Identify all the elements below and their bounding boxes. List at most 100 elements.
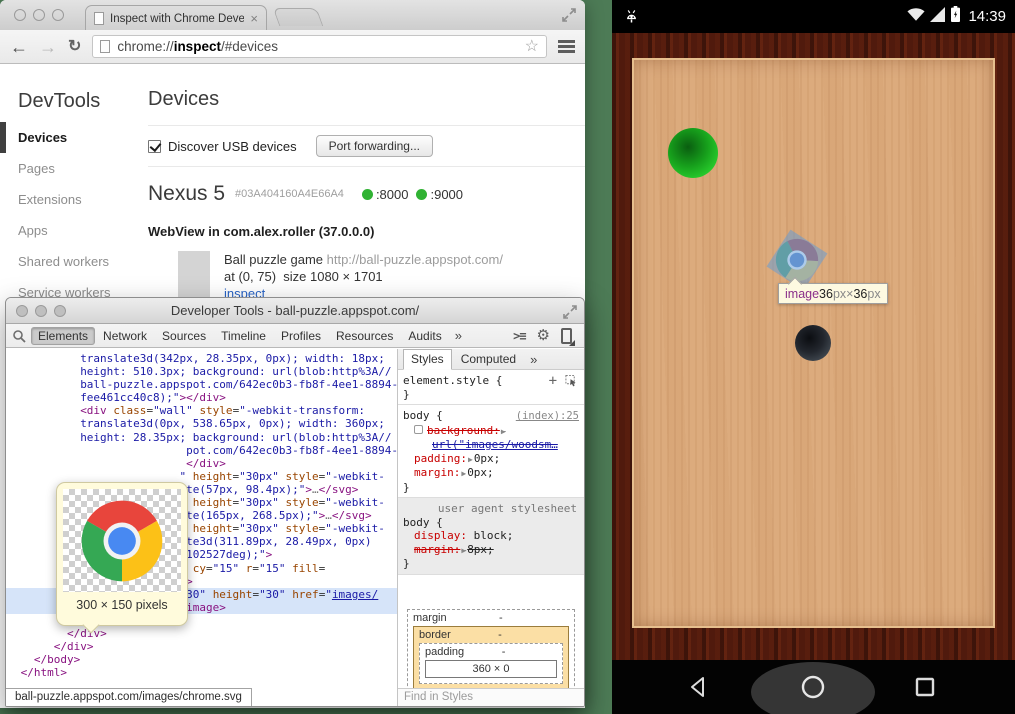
devtools-tab-sources[interactable]: Sources <box>155 327 213 345</box>
stylesheet-url-link: url("images/woodsm… <box>432 438 558 451</box>
window-zoom-button[interactable] <box>52 9 64 21</box>
port-status-dot <box>416 189 427 200</box>
new-style-rule-button[interactable]: + <box>549 376 557 386</box>
sidebar-item-devices[interactable]: Devices <box>0 122 148 153</box>
port-forwarding-button[interactable]: Port forwarding... <box>316 135 433 157</box>
window-minimize-button[interactable] <box>33 9 45 21</box>
devtools-tab-resources[interactable]: Resources <box>329 327 400 345</box>
expand-arrow-icon[interactable]: ▶ <box>468 455 473 464</box>
padding-top-value[interactable]: - <box>502 646 520 658</box>
nav-back-button[interactable] <box>688 675 712 704</box>
border-top-value[interactable]: - <box>498 629 516 641</box>
game-board[interactable]: image 36px × 36px <box>632 58 995 628</box>
browser-tab[interactable]: Inspect with Chrome Deve × <box>85 5 267 31</box>
target-position: at (0, 75) <box>224 269 276 284</box>
find-in-styles-input[interactable]: Find in Styles <box>398 688 584 706</box>
style-property[interactable]: background:▶ <box>403 424 579 439</box>
code-line[interactable]: </html> <box>6 666 397 679</box>
url-text[interactable]: chrome://inspect/#devices <box>117 39 278 54</box>
nav-home-button[interactable] <box>800 674 826 705</box>
code-line[interactable]: translate3d(342px, 28.35px, 0px); width:… <box>6 352 397 365</box>
body-style-rule: body { (index):25 background:▶url("image… <box>398 405 584 498</box>
devtools-tab-network[interactable]: Network <box>96 327 154 345</box>
code-line[interactable]: </div> <box>6 457 397 470</box>
devtools-sidebar: DevicesPagesExtensionsAppsShared workers… <box>0 122 148 308</box>
sidebar-item-pages[interactable]: Pages <box>0 153 148 184</box>
reload-button[interactable]: ↻ <box>68 39 81 55</box>
expand-arrow-icon[interactable]: ▶ <box>461 546 466 555</box>
style-property[interactable]: margin:▶8px; <box>403 543 579 558</box>
sidebar-item-shared-workers[interactable]: Shared workers <box>0 246 148 277</box>
devtools-tab-timeline[interactable]: Timeline <box>214 327 273 345</box>
dock-device-icon[interactable] <box>561 328 572 344</box>
devtools-tab-elements[interactable]: Elements <box>31 327 95 345</box>
search-icon[interactable] <box>12 329 26 343</box>
code-line[interactable]: translate3d(0px, 538.65px, 0px); width: … <box>6 417 397 430</box>
margin-top-value[interactable]: - <box>499 612 517 624</box>
style-property[interactable]: margin:▶0px; <box>403 466 579 481</box>
window-zoom-button[interactable] <box>54 305 66 317</box>
window-close-button[interactable] <box>16 305 28 317</box>
devtools-tab-audits[interactable]: Audits <box>401 327 448 345</box>
bookmark-star-icon[interactable]: ☆ <box>525 39 539 55</box>
code-line[interactable]: </div> <box>6 640 397 653</box>
android-nav-bar <box>612 660 1015 714</box>
target-title: Ball puzzle game <box>224 252 323 267</box>
target-url: http://ball-puzzle.appspot.com/ <box>327 252 503 267</box>
code-line[interactable]: </div> <box>6 627 397 640</box>
code-line[interactable]: " height="30px" style="-webkit- <box>6 470 397 483</box>
more-tabs-icon[interactable]: » <box>450 328 467 343</box>
property-checkbox[interactable] <box>414 425 423 434</box>
console-drawer-icon[interactable]: >≡ <box>513 329 525 343</box>
fullscreen-icon[interactable] <box>561 7 577 28</box>
back-button[interactable]: ← <box>10 38 28 56</box>
stylesheet-source-link[interactable]: (index):25 <box>516 410 579 424</box>
devtools-titlebar[interactable]: Developer Tools - ball-puzzle.appspot.co… <box>6 298 584 324</box>
box-model-content-size[interactable]: 360 × 0 <box>425 660 557 678</box>
sidebar-more-tabs-icon[interactable]: » <box>525 352 542 367</box>
expand-arrow-icon[interactable]: ▶ <box>461 469 466 478</box>
tab-styles[interactable]: Styles <box>403 349 452 370</box>
property-value-link[interactable]: url("images/woodsm… <box>403 438 579 452</box>
page-thumbnail <box>178 251 210 303</box>
android-screencast: 14:39 image 36px × 36px <box>612 0 1015 714</box>
tab-computed[interactable]: Computed <box>461 352 516 366</box>
nav-recents-button[interactable] <box>914 676 936 703</box>
green-ball[interactable] <box>668 128 718 178</box>
settings-gear-icon[interactable]: ⚙ <box>537 328 550 343</box>
code-line[interactable]: fee461cc40c8);"></div> <box>6 391 397 404</box>
code-line[interactable]: height: 28.35px; background: url(blob:ht… <box>6 431 397 444</box>
style-property[interactable]: display: block; <box>403 529 579 543</box>
style-property[interactable]: padding:▶0px; <box>403 452 579 467</box>
port-label: :8000 <box>376 187 409 202</box>
code-line[interactable]: height: 510.3px; background: url(blob:ht… <box>6 365 397 378</box>
tab-close-icon[interactable]: × <box>250 12 258 25</box>
code-line[interactable]: <div class="wall" style="-webkit-transfo… <box>6 404 397 417</box>
image-dimensions-label: 300 × 150 pixels <box>63 592 181 612</box>
window-minimize-button[interactable] <box>35 305 47 317</box>
expand-arrow-icon[interactable]: ▶ <box>501 427 506 436</box>
code-line[interactable]: </body> <box>6 653 397 666</box>
fullscreen-icon[interactable] <box>562 303 578 328</box>
devtools-tab-profiles[interactable]: Profiles <box>274 327 328 345</box>
new-tab-button[interactable] <box>273 8 324 26</box>
tab-title: Inspect with Chrome Deve <box>110 13 244 25</box>
styles-scroll-area[interactable]: element.style { + } body { (index):25 ba… <box>398 370 584 688</box>
property-name: background: <box>427 424 500 437</box>
code-line[interactable]: pot.com/642ec0b3-fb8f-4ee1-8894- <box>6 444 397 457</box>
url-bar[interactable]: chrome://inspect/#devices ☆ <box>92 35 547 58</box>
code-line[interactable]: ball-puzzle.appspot.com/642ec0b3-fb8f-4e… <box>6 378 397 391</box>
box-model-padding-label: padding <box>425 646 464 658</box>
sidebar-item-apps[interactable]: Apps <box>0 215 148 246</box>
device-port: :8000 <box>362 187 409 202</box>
window-close-button[interactable] <box>14 9 26 21</box>
page-icon[interactable] <box>100 40 110 53</box>
browser-toolbar: ← → ↻ chrome://inspect/#devices ☆ <box>0 30 585 64</box>
discover-usb-checkbox[interactable] <box>148 140 161 153</box>
sidebar-item-extensions[interactable]: Extensions <box>0 184 148 215</box>
dark-ball[interactable] <box>795 325 831 361</box>
inspect-cursor-icon[interactable] <box>565 374 577 387</box>
page-favicon <box>94 12 104 25</box>
page-title: Devices <box>148 64 585 125</box>
chrome-menu-icon[interactable] <box>558 40 575 53</box>
